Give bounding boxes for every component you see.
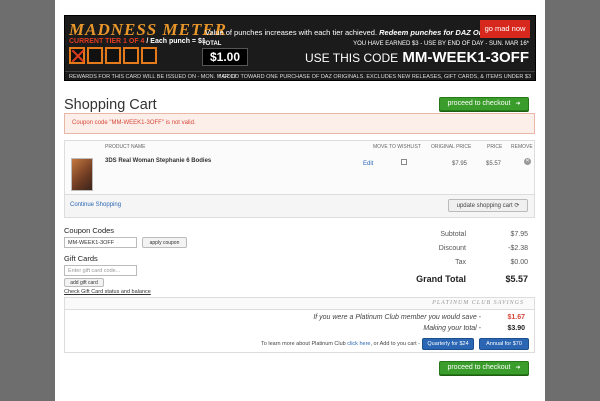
- checkout-label: proceed to checkout: [447, 364, 511, 371]
- platinum-save-label: If you were a Platinum Club member you w…: [313, 314, 481, 321]
- col-remove: REMOVE: [511, 144, 533, 150]
- remove-icon[interactable]: ✕: [524, 158, 531, 165]
- item-price: $5.57: [486, 161, 502, 167]
- arrow-right-icon: ➜: [515, 365, 521, 371]
- madness-meter-banner[interactable]: MADNESS METER CURRENT TIER 1 OF 4 / Each…: [64, 15, 536, 81]
- banner-code: USE THIS CODE MM-WEEK1-3OFF: [305, 49, 529, 66]
- original-price: $7.95: [452, 161, 468, 167]
- banner-total-label: TOTAL: [202, 41, 222, 47]
- platinum-club-panel: PLATINUM CLUB SAVINGS If you were a Plat…: [64, 297, 535, 353]
- apply-coupon-button[interactable]: apply coupon: [142, 237, 187, 248]
- tier-text: CURRENT TIER 1 OF 4: [69, 38, 145, 45]
- platinum-learn-text: To learn more about Platinum Club click …: [261, 341, 420, 347]
- platinum-total-label: Making your total -: [423, 325, 481, 332]
- update-cart-button[interactable]: update shopping cart ⟳: [448, 199, 528, 212]
- update-cart-label: update shopping cart: [456, 203, 513, 209]
- grand-total-label: Grand Total: [416, 274, 466, 284]
- platinum-save-value: $1.67: [507, 314, 525, 321]
- punch-empty-icon: [141, 47, 157, 64]
- arrow-right-icon: ➜: [515, 101, 521, 107]
- tax-label: Tax: [455, 259, 466, 266]
- subtotal-value: $7.95: [510, 231, 528, 238]
- product-thumbnail[interactable]: [71, 158, 93, 191]
- tier-label: CURRENT TIER 1 OF 4 / Each punch = $1: [69, 38, 206, 45]
- banner-code-value: MM-WEEK1-3OFF: [402, 49, 529, 66]
- checkout-label: proceed to checkout: [447, 100, 511, 107]
- learn-prefix: To learn more about Platinum Club: [261, 341, 346, 347]
- col-price: PRICE: [487, 144, 503, 150]
- refresh-icon: ⟳: [514, 203, 520, 209]
- banner-message-plain: Value of punches increases with each tie…: [205, 28, 378, 37]
- checkout-button-top[interactable]: proceed to checkout ➜: [439, 97, 529, 111]
- col-product: PRODUCT NAME: [105, 144, 146, 150]
- col-original: ORIGINAL PRICE: [431, 144, 472, 150]
- cart-table: PRODUCT NAME MOVE TO WISHLIST ORIGINAL P…: [64, 140, 535, 195]
- punch-empty-icon: [87, 47, 103, 64]
- subtotal-label: Subtotal: [440, 231, 466, 238]
- edit-link[interactable]: Edit: [363, 161, 373, 167]
- punch-empty-icon: [105, 47, 121, 64]
- banner-total-value: $1.00: [202, 48, 248, 66]
- wishlist-checkbox[interactable]: [401, 159, 407, 165]
- platinum-total-value: $3.90: [507, 325, 525, 332]
- tax-value: $0.00: [510, 259, 528, 266]
- check-gift-card-link[interactable]: Check Gift Card status and balance: [64, 289, 151, 295]
- platinum-header-text: PLATINUM CLUB SAVINGS: [432, 300, 524, 306]
- coupon-label: Coupon Codes: [64, 226, 115, 235]
- discount-label: Discount: [438, 245, 466, 252]
- gift-card-input[interactable]: Enter gift card code...: [64, 265, 137, 276]
- continue-shopping-link[interactable]: Continue Shopping: [70, 202, 121, 208]
- checkout-button-bottom[interactable]: proceed to checkout ➜: [439, 361, 529, 375]
- add-gift-card-button[interactable]: add gift card: [64, 278, 104, 287]
- coupon-error-alert: Coupon code "MM-WEEK1-3OFF" is not valid…: [64, 113, 535, 134]
- banner-message: Value of punches increases with each tie…: [205, 28, 508, 37]
- page: MADNESS METER CURRENT TIER 1 OF 4 / Each…: [55, 0, 545, 401]
- col-wishlist: MOVE TO WISHLIST: [373, 144, 421, 150]
- annual-button[interactable]: Annual for $70: [479, 338, 529, 350]
- cart-footer: Continue Shopping update shopping cart ⟳: [64, 195, 535, 218]
- banner-earned: YOU HAVE EARNED $3 - USE BY END OF DAY -…: [353, 41, 529, 47]
- banner-logo: MADNESS METER: [69, 20, 228, 39]
- banner-footer: REWARDS FOR THIS CARD WILL BE ISSUED ON …: [65, 71, 535, 80]
- punch-empty-icon: [123, 47, 139, 64]
- product-name[interactable]: 3DS Real Woman Stephanie 6 Bodies: [105, 158, 211, 164]
- punch-text: / Each punch = $1: [146, 38, 206, 45]
- discount-value: -$2.38: [508, 245, 528, 252]
- quarterly-button[interactable]: Quarterly for $24: [422, 338, 474, 350]
- banner-footer-right: * GOOD TOWARD ONE PURCHASE OF DAZ ORIGIN…: [218, 74, 531, 80]
- platinum-header: PLATINUM CLUB SAVINGS: [65, 298, 534, 310]
- punch-used-icon: [69, 47, 85, 64]
- gift-card-label: Gift Cards: [64, 254, 98, 263]
- coupon-input[interactable]: MM-WEEK1-3OFF: [64, 237, 137, 248]
- grand-total-value: $5.57: [505, 274, 528, 284]
- learn-suffix: , or Add to you cart -: [370, 341, 420, 347]
- banner-code-prefix: USE THIS CODE: [305, 51, 399, 65]
- go-mad-now-button[interactable]: go mad now: [480, 20, 530, 38]
- banner-footer-left: REWARDS FOR THIS CARD WILL BE ISSUED ON …: [69, 74, 237, 80]
- click-here-link[interactable]: click here: [347, 341, 370, 347]
- punch-card: [69, 47, 157, 64]
- page-title: Shopping Cart: [64, 97, 157, 113]
